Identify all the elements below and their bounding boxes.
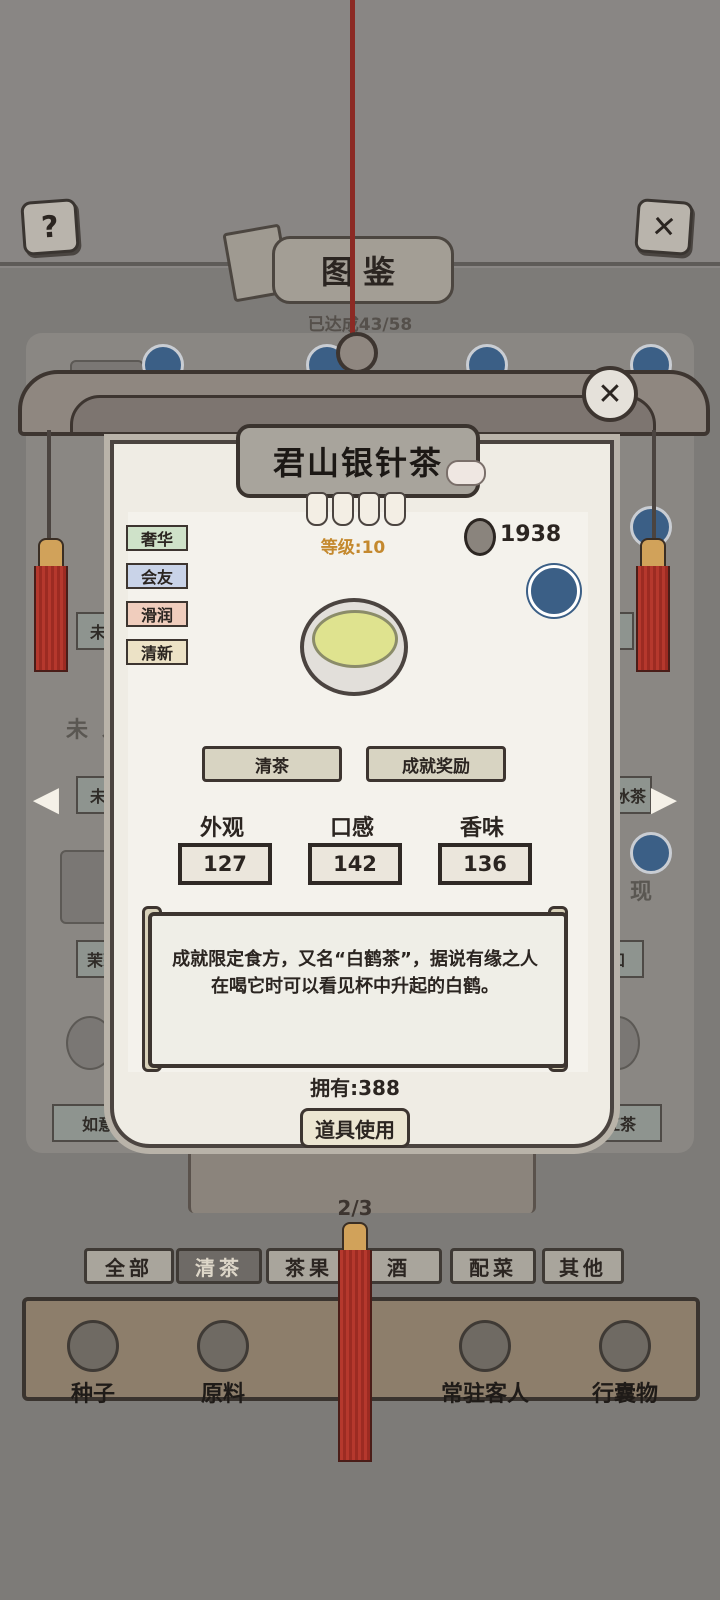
right-tassel [636, 566, 670, 672]
tea-category-icon [528, 565, 580, 617]
leaf-icon [197, 1320, 249, 1372]
nav-inventory[interactable]: 行囊物 [570, 1320, 680, 1408]
recipe-description: 成就限定食方，又名“白鹤茶”，据说有缘之人在喝它时可以看见杯中升起的白鹤。 [172, 949, 538, 997]
detail-close-button[interactable]: ✕ [582, 366, 638, 422]
trait-tag: 奢华 [126, 525, 188, 551]
star-lantern-icon [306, 492, 328, 526]
close-icon: ✕ [597, 376, 623, 412]
tassel-cord [47, 430, 51, 540]
nav-regular-guests[interactable]: 常驻客人 [430, 1320, 540, 1408]
achievement-reward-button[interactable]: 成就奖励 [366, 746, 506, 782]
bottom-tassel [338, 1250, 372, 1462]
next-arrow-icon[interactable]: ▶ [640, 779, 688, 819]
stat-label-aroma: 香味 [459, 816, 504, 841]
stat-label-taste: 口感 [329, 816, 374, 841]
hanging-hook [336, 332, 378, 374]
nav-label: 常驻客人 [440, 1382, 529, 1407]
nav-label: 种子 [70, 1382, 115, 1407]
stat-label-appearance: 外观 [199, 816, 244, 841]
nav-ingredients[interactable]: 原料 [168, 1320, 278, 1408]
nav-label: 行囊物 [591, 1382, 658, 1407]
page-indicator: 2/3 [337, 1196, 373, 1220]
nav-label: 原料 [200, 1382, 245, 1407]
close-icon: ✕ [650, 208, 678, 246]
tab-clear-tea[interactable]: 清茶 [176, 1248, 262, 1284]
tab-all[interactable]: 全部 [84, 1248, 174, 1284]
bag-icon [599, 1320, 651, 1372]
owned-count: 拥有:388 [310, 1076, 400, 1100]
cloud-ornament [446, 460, 486, 486]
trait-tag: 清新 [126, 639, 188, 665]
trait-tag: 会友 [126, 563, 188, 589]
star-lantern-icon [332, 492, 354, 526]
help-button[interactable]: ? [20, 198, 80, 256]
trait-tag: 滑润 [126, 601, 188, 627]
background-header [0, 0, 720, 268]
tassel-cord [652, 430, 656, 540]
seed-jar-icon [67, 1320, 119, 1372]
tea-badge-icon [630, 832, 672, 874]
stat-value-appearance: 127 [178, 843, 272, 885]
stat-value-taste: 142 [308, 843, 402, 885]
coin-icon [464, 518, 496, 556]
nav-seeds[interactable]: 种子 [38, 1320, 148, 1408]
tab-other[interactable]: 其他 [542, 1248, 624, 1284]
guest-avatar-icon [459, 1320, 511, 1372]
star-lantern-icon [358, 492, 380, 526]
recipe-level: 等级:10 [320, 538, 386, 558]
page-close-button[interactable]: ✕ [634, 198, 694, 256]
stat-value-aroma: 136 [438, 843, 532, 885]
prev-arrow-icon[interactable]: ◀ [22, 779, 70, 819]
tab-side-dish[interactable]: 配菜 [450, 1248, 536, 1284]
hanging-rope [350, 0, 355, 342]
page-title: 图鉴 [272, 236, 454, 304]
question-icon: ? [40, 208, 60, 246]
recipe-title: 君山银针茶 [236, 424, 480, 498]
tea-liquid [312, 610, 398, 668]
category-button[interactable]: 清茶 [202, 746, 342, 782]
bg-recipe-card[interactable] [66, 1016, 114, 1070]
left-tassel [34, 566, 68, 672]
use-item-button[interactable]: 道具使用 [300, 1108, 410, 1148]
star-lantern-icon [384, 492, 406, 526]
recipe-price: 1938 [500, 522, 562, 547]
